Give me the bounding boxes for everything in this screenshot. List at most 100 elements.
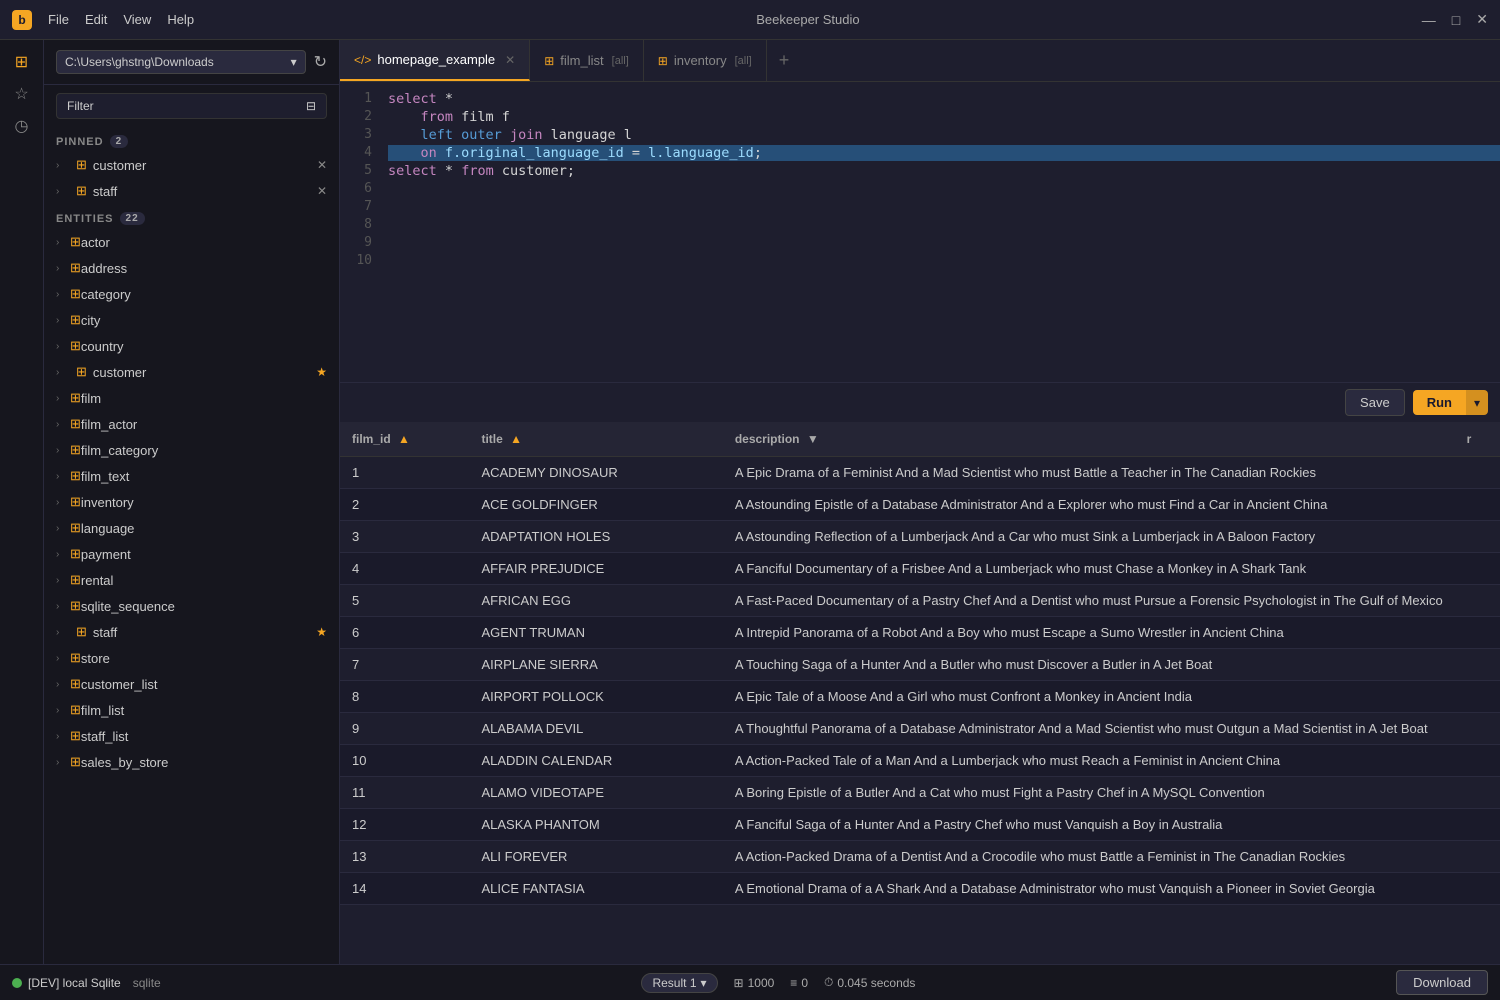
run-button[interactable]: Run — [1413, 390, 1466, 415]
editor-toolbar: Save Run ▾ — [340, 382, 1500, 422]
entity-item-sqlite-sequence[interactable]: › ⊞ sqlite_sequence — [44, 593, 339, 619]
row-count: ⊞ 1000 — [734, 976, 775, 990]
column-header-title[interactable]: title ▲ — [469, 422, 722, 457]
connection-selector[interactable]: C:\Users\ghstng\Downloads ▾ — [56, 50, 306, 74]
sidebar-icon-star[interactable]: ☆ — [8, 80, 36, 108]
entity-item-inventory[interactable]: › ⊞ inventory — [44, 489, 339, 515]
entity-item-rental[interactable]: › ⊞ rental — [44, 567, 339, 593]
cell-title: AIRPORT POLLOCK — [469, 681, 722, 713]
entity-item-city[interactable]: › ⊞ city — [44, 307, 339, 333]
save-button[interactable]: Save — [1345, 389, 1405, 416]
table-row[interactable]: 14 ALICE FANTASIA A Emotional Drama of a… — [340, 873, 1500, 905]
cell-r — [1455, 457, 1500, 489]
table-row[interactable]: 3 ADAPTATION HOLES A Astounding Reflecti… — [340, 521, 1500, 553]
menu-edit[interactable]: Edit — [85, 12, 107, 27]
entities-header: ENTITIES 22 — [44, 204, 339, 229]
minimize-button[interactable]: — — [1422, 11, 1436, 28]
entity-item-staff[interactable]: › ⊞ staff ★ — [44, 619, 339, 645]
code-editor[interactable]: 1 select * 2 from film f 3 left outer jo… — [340, 82, 1500, 382]
chevron-right-icon: › — [56, 315, 70, 326]
column-header-film-id[interactable]: film_id ▲ — [340, 422, 469, 457]
entity-item-customer[interactable]: › ⊞ customer ★ — [44, 359, 339, 385]
refresh-button[interactable]: ↻ — [314, 52, 327, 72]
cell-description: A Emotional Drama of a A Shark And a Dat… — [723, 873, 1455, 905]
chevron-right-icon: › — [56, 523, 70, 534]
chevron-right-icon: › — [56, 653, 70, 664]
table-row[interactable]: 7 AIRPLANE SIERRA A Touching Saga of a H… — [340, 649, 1500, 681]
entity-item-staff-list[interactable]: › ⊞ staff_list — [44, 723, 339, 749]
code-line-8: 8 — [340, 216, 1500, 234]
sidebar-content: C:\Users\ghstng\Downloads ▾ ↻ Filter ⊟ P — [44, 40, 339, 964]
entity-item-customer-list[interactable]: › ⊞ customer_list — [44, 671, 339, 697]
entity-item-actor[interactable]: › ⊞ actor — [44, 229, 339, 255]
table-row[interactable]: 12 ALASKA PHANTOM A Fanciful Saga of a H… — [340, 809, 1500, 841]
unpin-icon[interactable]: ✕ — [317, 184, 327, 198]
chevron-right-icon: › — [56, 160, 70, 171]
table-icon: ⊞ — [70, 676, 81, 692]
pinned-item-staff[interactable]: › ⊞ staff ✕ — [44, 178, 339, 204]
sidebar-icon-history[interactable]: ◷ — [8, 112, 36, 140]
table-row[interactable]: 1 ACADEMY DINOSAUR A Epic Drama of a Fem… — [340, 457, 1500, 489]
run-dropdown-button[interactable]: ▾ — [1466, 390, 1488, 415]
menu-help[interactable]: Help — [167, 12, 194, 27]
entity-item-film-category[interactable]: › ⊞ film_category — [44, 437, 339, 463]
table-row[interactable]: 6 AGENT TRUMAN A Intrepid Panorama of a … — [340, 617, 1500, 649]
table-icon: ⊞ — [76, 364, 87, 380]
table-row[interactable]: 8 AIRPORT POLLOCK A Epic Tale of a Moose… — [340, 681, 1500, 713]
cell-film-id: 14 — [340, 873, 469, 905]
table-row[interactable]: 13 ALI FOREVER A Action-Packed Drama of … — [340, 841, 1500, 873]
code-line-4: 4 on f.original_language_id = l.language… — [340, 144, 1500, 162]
column-header-r[interactable]: r — [1455, 422, 1500, 457]
entity-item-film-text[interactable]: › ⊞ film_text — [44, 463, 339, 489]
table-row[interactable]: 5 AFRICAN EGG A Fast-Paced Documentary o… — [340, 585, 1500, 617]
table-icon: ⊞ — [70, 286, 81, 302]
chevron-right-icon: › — [56, 419, 70, 430]
tab-homepage-example[interactable]: </> homepage_example ✕ — [340, 40, 530, 81]
menu-view[interactable]: View — [123, 12, 151, 27]
entity-item-address[interactable]: › ⊞ address — [44, 255, 339, 281]
tab-inventory[interactable]: ⊞ inventory [all] — [644, 40, 767, 81]
entity-item-film[interactable]: › ⊞ film — [44, 385, 339, 411]
entity-item-sales-by-store[interactable]: › ⊞ sales_by_store — [44, 749, 339, 775]
close-button[interactable]: ✕ — [1476, 11, 1488, 28]
table-row[interactable]: 10 ALADDIN CALENDAR A Action-Packed Tale… — [340, 745, 1500, 777]
entity-item-film-list[interactable]: › ⊞ film_list — [44, 697, 339, 723]
cell-r — [1455, 553, 1500, 585]
chevron-right-icon: › — [56, 679, 70, 690]
table-row[interactable]: 11 ALAMO VIDEOTAPE A Boring Epistle of a… — [340, 777, 1500, 809]
pinned-count: 2 — [110, 135, 129, 148]
tab-film-list[interactable]: ⊞ film_list [all] — [530, 40, 644, 81]
editor-area: </> homepage_example ✕ ⊞ film_list [all]… — [340, 40, 1500, 964]
query-icon: </> — [354, 53, 371, 67]
table-row[interactable]: 4 AFFAIR PREJUDICE A Fanciful Documentar… — [340, 553, 1500, 585]
filter-container[interactable]: Filter ⊟ — [56, 93, 327, 119]
menu-file[interactable]: File — [48, 12, 69, 27]
results-table[interactable]: film_id ▲ title ▲ description ▼ r 1 ACAD… — [340, 422, 1500, 964]
pinned-item-label: customer — [93, 158, 146, 173]
download-button[interactable]: Download — [1396, 970, 1488, 995]
column-header-description[interactable]: description ▼ — [723, 422, 1455, 457]
pinned-item-customer[interactable]: › ⊞ customer ✕ — [44, 152, 339, 178]
tab-close-icon[interactable]: ✕ — [505, 53, 515, 67]
table-icon: ⊞ — [70, 494, 81, 510]
entity-item-payment[interactable]: › ⊞ payment — [44, 541, 339, 567]
sort-asc-icon: ▲ — [510, 432, 522, 446]
query-time: ⏱ 0.045 seconds — [824, 975, 915, 990]
sidebar-icon-database[interactable]: ⊞ — [8, 48, 36, 76]
table-row[interactable]: 9 ALABAMA DEVIL A Thoughtful Panorama of… — [340, 713, 1500, 745]
entity-item-category[interactable]: › ⊞ category — [44, 281, 339, 307]
add-tab-button[interactable]: + — [767, 40, 802, 81]
entity-item-store[interactable]: › ⊞ store — [44, 645, 339, 671]
status-left: [DEV] local Sqlite sqlite — [12, 976, 161, 990]
unpin-icon[interactable]: ✕ — [317, 158, 327, 172]
chevron-right-icon: › — [56, 705, 70, 716]
result-dropdown-icon: ▾ — [701, 976, 707, 990]
connection-name: [DEV] local Sqlite — [28, 976, 121, 990]
result-selector[interactable]: Result 1 ▾ — [641, 973, 717, 993]
entity-item-film-actor[interactable]: › ⊞ film_actor — [44, 411, 339, 437]
entity-item-country[interactable]: › ⊞ country — [44, 333, 339, 359]
table-row[interactable]: 2 ACE GOLDFINGER A Astounding Epistle of… — [340, 489, 1500, 521]
maximize-button[interactable]: □ — [1452, 11, 1460, 28]
status-connected-dot — [12, 978, 22, 988]
entity-item-language[interactable]: › ⊞ language — [44, 515, 339, 541]
